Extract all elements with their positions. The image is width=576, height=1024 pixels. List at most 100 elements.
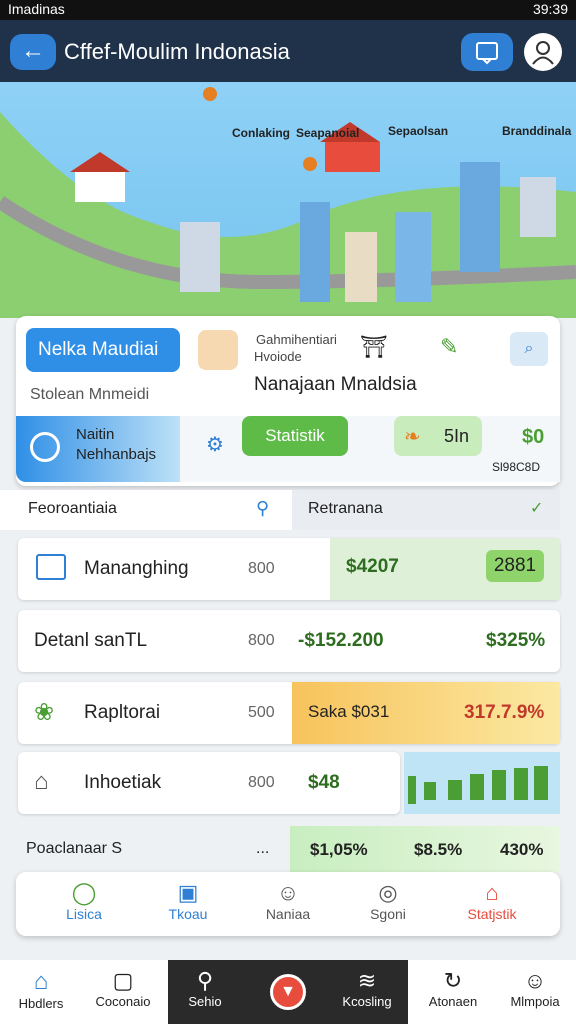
status-bar: Imadinas 39:39 xyxy=(0,0,576,20)
row-value: $4207 xyxy=(346,556,399,577)
play-icon: ▼ xyxy=(280,983,296,1000)
row-number: 500 xyxy=(248,704,275,721)
gear-icon xyxy=(30,432,60,462)
nav-item-statistik[interactable]: ⌂ Statjstik xyxy=(448,872,536,936)
folder-icon: ▣ xyxy=(177,880,199,905)
row-number: 800 xyxy=(248,632,275,649)
house-icon: ⌂ xyxy=(485,880,499,905)
row-value: Saka $031 xyxy=(308,702,390,721)
user-icon xyxy=(532,41,554,65)
search-icon: ⌕ xyxy=(524,340,534,357)
search-icon: ⚲ xyxy=(196,968,214,993)
nav-card: ◯ Lisica ▣ Tkoau ☺ Naniaa ◎ Sgoni ⌂ Stat… xyxy=(16,872,560,936)
row-value: -$152.200 xyxy=(298,630,384,651)
back-arrow-icon: ← xyxy=(21,37,45,64)
section-title: Retranana xyxy=(308,500,383,517)
row-label: Detanl sanTL xyxy=(34,630,148,651)
bottom-nav-home[interactable]: ⌂ Hbdlers xyxy=(0,960,82,1024)
home-icon: ⌂ xyxy=(33,968,49,995)
stats-button[interactable]: Statistik xyxy=(242,416,348,456)
footer-value: 430% xyxy=(500,840,544,859)
bottom-nav: ⌂ Hbdlers ▢ Coconaio ⚲ Sehio ▼ ≋ Kcoslin… xyxy=(0,960,576,1024)
record-button[interactable]: ▼ xyxy=(270,974,306,1010)
row-value: 317.7.9% xyxy=(464,702,545,723)
row-value-panel: Saka $031 317.7.9% xyxy=(292,682,560,744)
pin-icon[interactable]: ⚲ xyxy=(256,498,269,519)
app-bar: ← Cffef-Moulim Indonasia xyxy=(0,20,576,82)
map-label: Conlaking xyxy=(232,126,291,140)
network-icon: ⚙ xyxy=(206,434,224,456)
chevron-down-icon[interactable]: ✓ xyxy=(530,498,543,518)
chat-icon xyxy=(476,42,498,65)
info-card: Nelka Maudiai Stolean Mnmeidi Gahmihenti… xyxy=(16,316,560,486)
status-tile[interactable]: Naitin Nehhanbajs xyxy=(16,416,180,482)
edit-icon[interactable]: ✎ xyxy=(440,334,458,360)
footer-value: $8.5% xyxy=(414,840,463,859)
app-root: Imadinas 39:39 ← Cffef-Moulim Indonasia … xyxy=(0,0,576,1024)
card-subtitle: Stolean Mnmeidi xyxy=(30,386,150,403)
nav-label: Tkoau xyxy=(168,906,208,922)
nav-label: Lisica xyxy=(66,906,102,922)
status-label: Nehhanbajs xyxy=(76,446,157,463)
amount-small: Sl98C8D xyxy=(492,460,541,474)
city-map-illustration: Conlaking Seapanoial Sepaolsan Branddina… xyxy=(0,82,576,318)
section-title: Feoroantiaia xyxy=(28,500,117,517)
nav-item-naniaa[interactable]: ☺ Naniaa xyxy=(244,872,332,936)
nav-label: Statjstik xyxy=(467,906,517,922)
bottom-nav-label: Atonaen xyxy=(428,994,478,1009)
row-value-panel: $4207 2881 xyxy=(330,538,560,600)
tag-button[interactable]: Nelka Maudiai xyxy=(26,328,180,372)
footer-row-left: Poaclanaar S ... xyxy=(18,826,286,870)
back-button[interactable]: ← xyxy=(10,34,56,70)
status-label: Naitin xyxy=(76,426,115,443)
bottom-nav-sehio[interactable]: ⚲ Sehio xyxy=(164,960,246,1024)
row-label: Rapltorai xyxy=(84,702,161,723)
location-icon: ◎ xyxy=(378,880,398,905)
map-label: Branddinala xyxy=(502,124,572,138)
bottom-nav-label: Kcosling xyxy=(342,994,392,1009)
nav-item-tkoau[interactable]: ▣ Tkoau xyxy=(144,872,232,936)
card-caption: Hvoiode xyxy=(254,349,302,364)
user-icon: ☺ xyxy=(276,880,300,905)
bottom-nav-label: Mlmpoia xyxy=(510,994,560,1009)
refresh-icon: ↻ xyxy=(443,968,463,993)
bottom-nav-mlmpoia[interactable]: ☺ Mlmpoia xyxy=(494,960,576,1024)
profile-button[interactable] xyxy=(524,33,562,71)
row-number: 800 xyxy=(248,560,275,577)
nav-item-lisica[interactable]: ◯ Lisica xyxy=(40,872,128,936)
nav-label: Naniaa xyxy=(265,906,311,922)
chart-icon: ⌂ xyxy=(34,768,49,795)
more-icon[interactable]: ... xyxy=(256,840,269,858)
chat-button[interactable] xyxy=(461,33,513,71)
map-label: Sepaolsan xyxy=(388,124,449,138)
list-item[interactable]: Detanl sanTL 800 -$152.200 $325% xyxy=(18,610,560,672)
temple-icon: ⛩ xyxy=(360,334,388,359)
mini-bar-chart xyxy=(404,752,560,814)
calendar-icon xyxy=(36,554,66,580)
row-value-badge: 2881 xyxy=(486,550,544,582)
sin-chip[interactable]: ❧ 5In xyxy=(394,416,482,456)
section-left: Feoroantiaia ⚲ xyxy=(0,490,292,530)
row-label: Inhoetiak xyxy=(84,772,162,793)
list-item[interactable]: ❀ Rapltorai 500 Saka $031 317.7.9% xyxy=(18,682,560,744)
bottom-nav-coconaio[interactable]: ▢ Coconaio xyxy=(82,960,164,1024)
amount-value: $0 xyxy=(522,426,545,448)
bottom-nav-kcosling[interactable]: ≋ Kcosling xyxy=(326,960,408,1024)
map-graphic xyxy=(0,87,576,318)
layers-icon: ≋ xyxy=(357,968,377,993)
leaf-icon: ❧ xyxy=(404,426,421,448)
tablet-icon: ▢ xyxy=(112,968,134,993)
bottom-nav-atonaen[interactable]: ↻ Atonaen xyxy=(412,960,494,1024)
status-left: Imadinas xyxy=(8,1,65,17)
row-number: 800 xyxy=(248,774,275,791)
map-label: Seapanoial xyxy=(296,126,360,140)
row-value: $48 xyxy=(308,772,340,793)
row-value: $325% xyxy=(486,630,546,651)
search-button[interactable]: ⌕ xyxy=(510,332,548,366)
bottom-nav-label: Hbdlers xyxy=(18,996,64,1011)
list-item[interactable]: ⌂ Inhoetiak 800 $48 xyxy=(18,752,400,814)
list-item[interactable]: Mananghing 800 $4207 2881 xyxy=(18,538,560,600)
bottom-nav-label: Coconaio xyxy=(95,994,151,1009)
nav-item-sgoni[interactable]: ◎ Sgoni xyxy=(344,872,432,936)
section-right: Retranana ✓ xyxy=(292,490,560,530)
